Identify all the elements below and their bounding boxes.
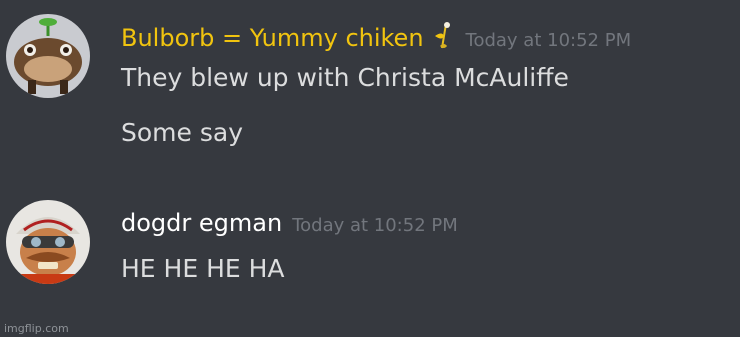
pikmin-leaf-icon xyxy=(430,22,456,52)
message-text: They blew up with Christa McAuliffe xyxy=(121,63,569,92)
egman-avatar-image xyxy=(6,200,90,284)
message-header: Bulborb = Yummy chiken Today at 10:52 PM xyxy=(121,16,631,53)
chat-messages: Bulborb = Yummy chiken Today at 10:52 PM… xyxy=(0,0,740,337)
message-group: dogdr egman Today at 10:52 PM HE HE HE H… xyxy=(0,190,740,300)
username-bulborb[interactable]: Bulborb = Yummy chiken xyxy=(121,23,424,53)
imgflip-watermark: imgflip.com xyxy=(4,322,69,335)
message-header: dogdr egman Today at 10:52 PM xyxy=(121,208,458,238)
timestamp: Today at 10:52 PM xyxy=(292,215,458,236)
avatar[interactable] xyxy=(6,200,90,284)
message-text: Some say xyxy=(121,118,243,147)
message-group: Bulborb = Yummy chiken Today at 10:52 PM… xyxy=(0,0,740,170)
avatar[interactable] xyxy=(6,14,90,98)
username-dogdr-egman[interactable]: dogdr egman xyxy=(121,208,282,238)
message-text: HE HE HE HA xyxy=(121,254,285,283)
bulborb-avatar-image xyxy=(6,14,90,98)
timestamp: Today at 10:52 PM xyxy=(465,30,632,51)
